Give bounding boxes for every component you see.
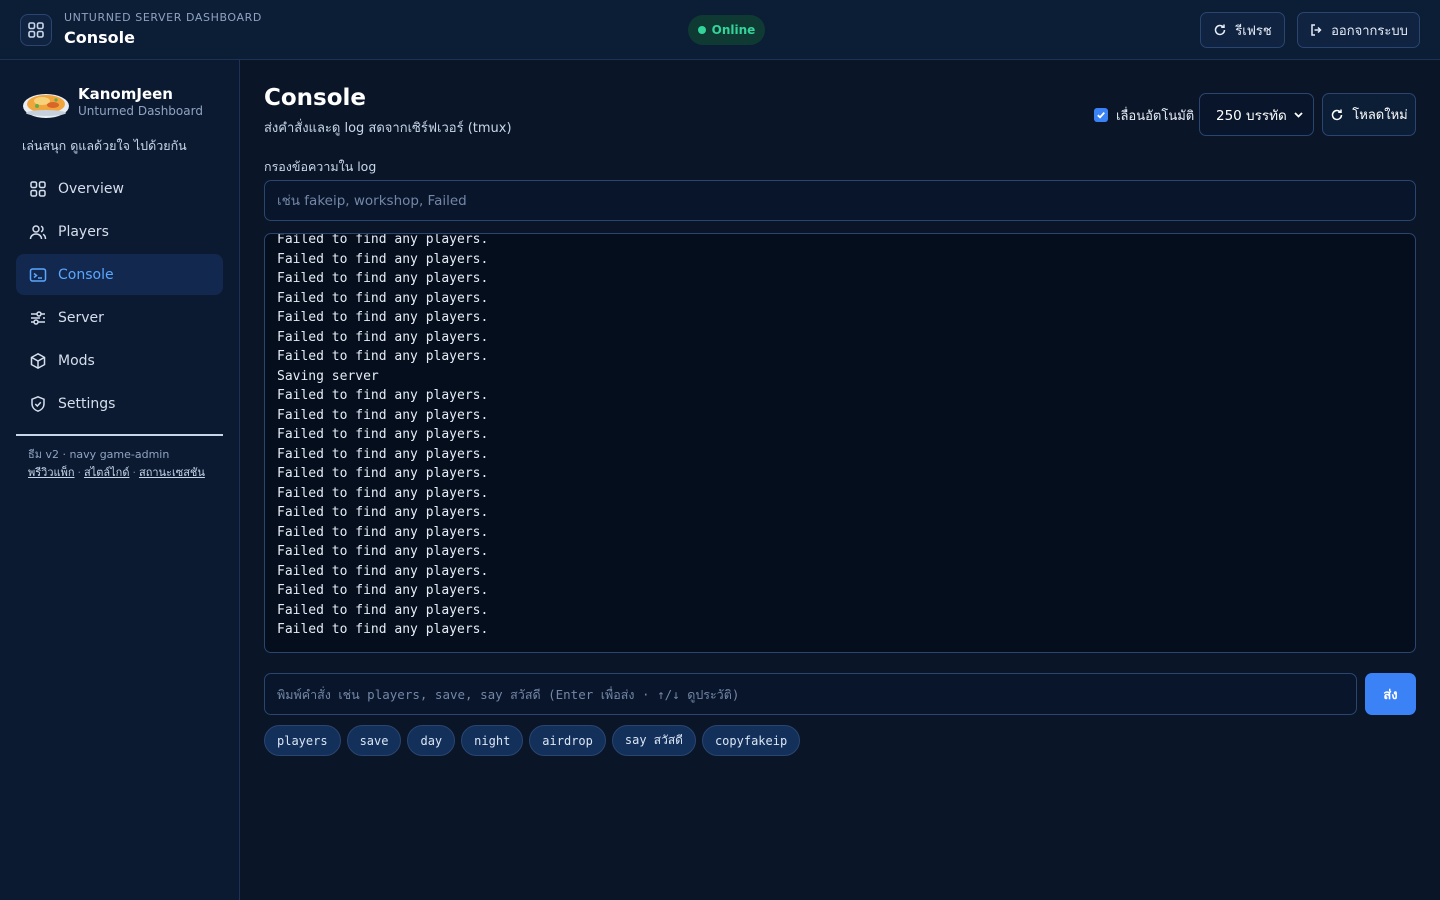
quick-command-chip[interactable]: players	[264, 725, 341, 756]
log-line: Failed to find any players.	[277, 563, 489, 579]
sidebar-item-label: Overview	[58, 180, 124, 197]
log-line: Failed to find any players.	[277, 310, 489, 325]
link-pack-preview[interactable]: พรีวิวแพ็ก	[28, 466, 75, 479]
log-line: Failed to find any players.	[277, 251, 489, 267]
refresh-button[interactable]: รีเฟรช	[1200, 12, 1285, 48]
log-line: Failed to find any players.	[277, 271, 489, 286]
sidebar-item-players[interactable]: Players	[16, 211, 223, 252]
sidebar: KanomJeen Unturned Dashboard เล่นสนุก ดู…	[0, 60, 240, 900]
page-title: Console	[264, 85, 367, 111]
sidebar-item-label: Settings	[58, 395, 116, 412]
sliders-icon	[31, 310, 45, 325]
chevron-down-icon	[1294, 112, 1303, 118]
sidebar-tagline: เล่นสนุก ดูแลด้วยใจ ไปด้วยกัน	[22, 138, 187, 153]
reload-label: โหลดใหม่	[1352, 108, 1408, 123]
shield-icon	[31, 395, 45, 412]
sidebar-nav: Overview Players Console Server Mods Set…	[16, 168, 223, 426]
header-page-title: Console	[64, 28, 135, 47]
quick-command-chip[interactable]: night	[461, 725, 524, 756]
log-line: Failed to find any players.	[277, 233, 489, 247]
sidebar-item-label: Mods	[58, 352, 95, 369]
sidebar-server-name: KanomJeen	[78, 85, 173, 103]
log-lines: Failed to find any players. Failed to fin…	[277, 233, 489, 640]
sidebar-item-label: Server	[58, 309, 104, 326]
sidebar-divider	[16, 434, 223, 436]
quick-command-chip[interactable]: save	[346, 725, 402, 756]
cube-icon	[30, 352, 46, 369]
sidebar-item-label: Console	[58, 266, 114, 283]
logout-button[interactable]: ออกจากระบบ	[1297, 12, 1420, 48]
sidebar-item-settings[interactable]: Settings	[16, 383, 223, 424]
log-line: Failed to find any players.	[277, 583, 489, 598]
log-line: Failed to find any players.	[277, 505, 489, 520]
refresh-label: รีเฟรช	[1235, 23, 1272, 39]
top-bar: UNTURNED SERVER DASHBOARD Console Online…	[0, 0, 1440, 60]
autoscroll-toggle[interactable]: เลื่อนอัตโนมัติ	[1094, 106, 1194, 124]
log-line: Failed to find any players.	[277, 407, 489, 423]
logout-icon	[1311, 24, 1322, 36]
sidebar-server-subtitle: Unturned Dashboard	[78, 104, 203, 118]
status-text: Online	[711, 23, 756, 37]
console-log-output[interactable]: Failed to find any players. Failed to fin…	[264, 233, 1416, 653]
link-style-guide[interactable]: สไตล์ไกด์	[84, 466, 129, 479]
check-icon	[1097, 111, 1105, 119]
sidebar-item-mods[interactable]: Mods	[16, 340, 223, 381]
logout-label: ออกจากระบบ	[1331, 23, 1408, 39]
quick-command-chips: players save day night airdrop say สวัสดี copy…	[264, 725, 801, 756]
sidebar-footer-links: พรีวิวแพ็ก · สไตล์ไกด์ · สถานะเซสชัน	[28, 466, 205, 479]
server-logo-avatar	[23, 94, 69, 118]
line-count-value: 250 บรรทัด	[1216, 107, 1287, 124]
quick-command-chip[interactable]: day	[407, 725, 456, 756]
sidebar-item-label: Players	[58, 223, 109, 240]
command-input[interactable]	[264, 673, 1357, 715]
log-line: Failed to find any players.	[277, 329, 489, 345]
grid-icon	[30, 180, 46, 197]
log-line: Failed to find any players.	[277, 290, 489, 306]
quick-command-chip[interactable]: say สวัสดี	[611, 725, 696, 756]
dashboard-grid-icon[interactable]	[20, 14, 52, 46]
status-dot-icon	[697, 26, 706, 34]
page-subtitle: ส่งคำสั่งและดู log สดจากเซิร์ฟเวอร์ (tmu…	[264, 121, 512, 136]
quick-command-chip[interactable]: airdrop	[529, 725, 606, 756]
log-line: Failed to find any players.	[277, 466, 489, 481]
reload-log-button[interactable]: โหลดใหม่	[1322, 93, 1416, 136]
autoscroll-label: เลื่อนอัตโนมัติ	[1116, 108, 1195, 124]
log-line: Failed to find any players.	[277, 524, 489, 540]
log-line: Failed to find any players.	[277, 602, 489, 618]
terminal-icon	[29, 267, 47, 282]
users-icon	[29, 224, 47, 239]
log-line: Failed to find any players.	[277, 446, 489, 462]
log-line: Failed to find any players.	[277, 388, 489, 403]
send-command-button[interactable]: ส่ง	[1365, 673, 1416, 715]
log-line: Failed to find any players.	[277, 427, 489, 442]
log-line: Failed to find any players.	[277, 485, 489, 501]
quick-command-chip[interactable]: copyfakeip	[701, 725, 801, 756]
link-session-status[interactable]: สถานะเซสชัน	[139, 466, 205, 479]
log-filter-input[interactable]	[264, 180, 1416, 221]
log-filter-label: กรองข้อความใน log	[264, 159, 377, 174]
brand-subtitle: UNTURNED SERVER DASHBOARD	[64, 11, 262, 24]
theme-version: ธีม v2 · navy game-admin	[28, 448, 170, 461]
log-line: Failed to find any players.	[277, 622, 489, 637]
server-status-badge: Online	[688, 15, 765, 45]
log-line: Saving server	[277, 368, 379, 384]
sidebar-item-overview[interactable]: Overview	[16, 168, 223, 209]
sidebar-item-console[interactable]: Console	[16, 254, 223, 295]
refresh-icon	[1215, 24, 1226, 36]
sidebar-item-server[interactable]: Server	[16, 297, 223, 338]
line-count-select[interactable]: 250 บรรทัด	[1199, 93, 1314, 136]
log-line: Failed to find any players.	[277, 544, 489, 559]
reload-icon	[1332, 109, 1343, 120]
log-line: Failed to find any players.	[277, 349, 489, 364]
autoscroll-checkbox[interactable]	[1094, 108, 1108, 122]
